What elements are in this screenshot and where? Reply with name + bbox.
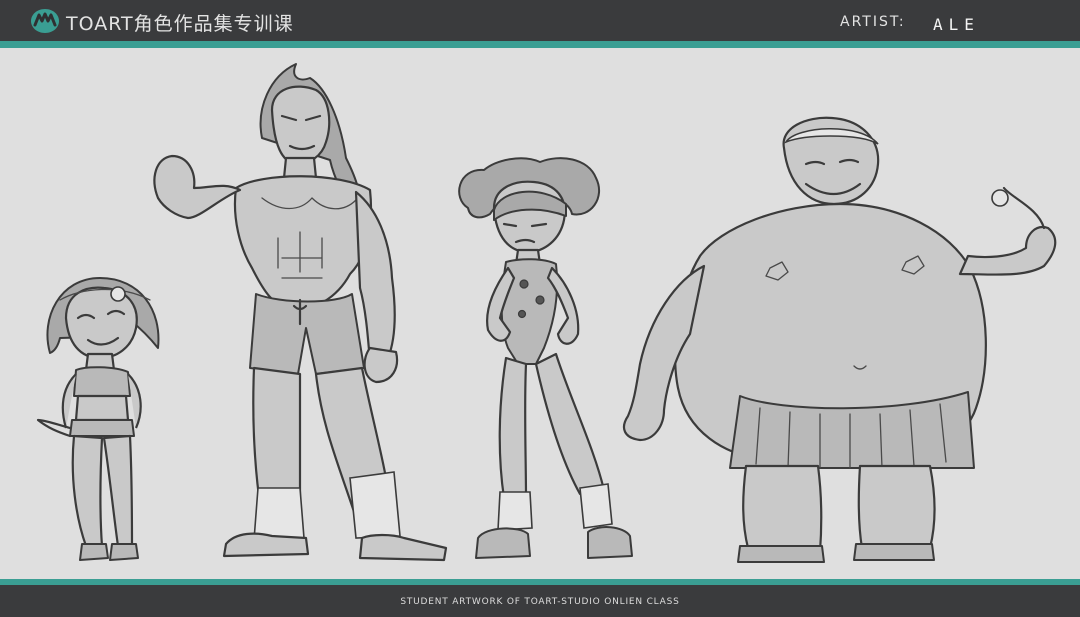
header-accent-stripe <box>0 41 1080 48</box>
character-pigtail-girl <box>458 157 633 559</box>
character-small-girl <box>36 277 160 561</box>
artist-name: ALE <box>933 15 980 34</box>
artwork-frame: TOART角色作品集专训课 ARTIST: ALE STUDENT ARTWOR… <box>0 0 1080 617</box>
brand-title: TOART角色作品集专训课 <box>66 13 294 35</box>
toart-logo-icon <box>31 9 59 33</box>
character-tall-man <box>153 63 448 562</box>
character-big-man <box>622 116 1057 563</box>
character-lineup-sketch <box>0 48 1080 579</box>
footer-caption: STUDENT ARTWORK OF TOART-STUDIO ONLIEN C… <box>400 597 680 607</box>
artist-label: ARTIST: <box>840 14 906 30</box>
